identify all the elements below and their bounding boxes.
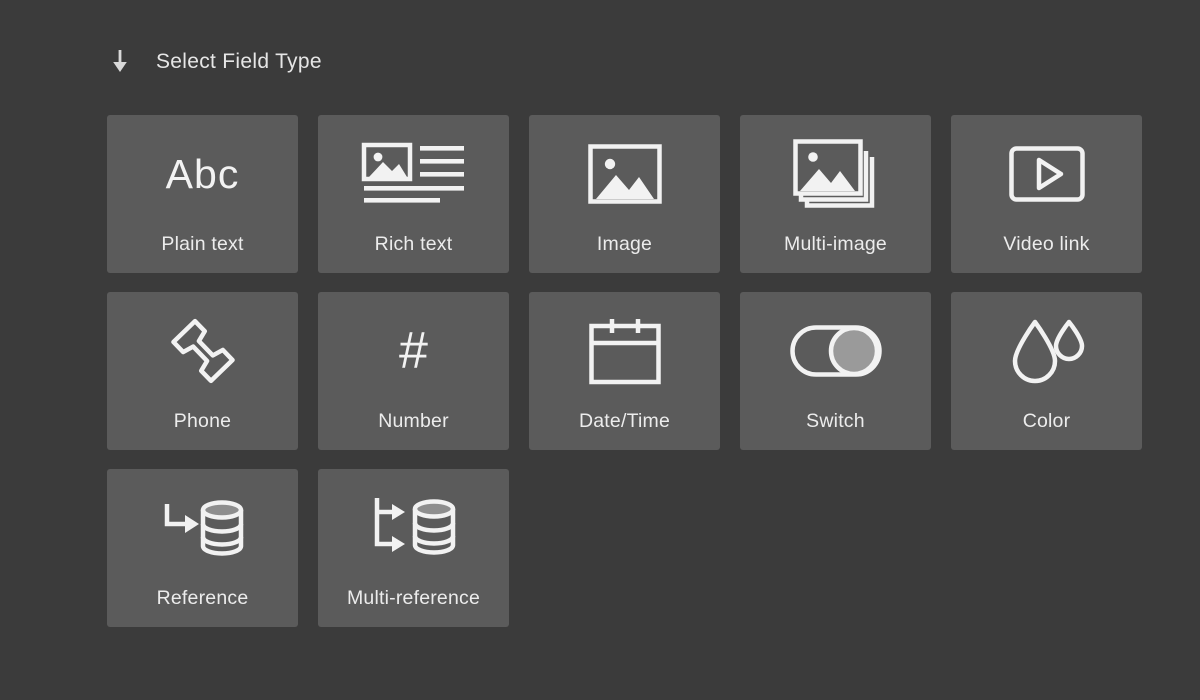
field-type-label: Reference bbox=[156, 587, 249, 609]
field-type-picker-screen: Select Field Type Abc Plain text Rich te… bbox=[0, 0, 1200, 700]
field-type-card-date-time[interactable]: Date/Time bbox=[529, 292, 720, 450]
field-type-card-image[interactable]: Image bbox=[529, 115, 720, 273]
field-type-label: Plain text bbox=[161, 233, 244, 255]
field-type-label: Phone bbox=[173, 410, 232, 432]
calendar-icon bbox=[529, 314, 720, 388]
field-type-label: Multi-image bbox=[784, 233, 887, 255]
field-type-label: Date/Time bbox=[578, 410, 671, 432]
toggle-switch-icon bbox=[740, 314, 931, 388]
field-type-label: Image bbox=[596, 233, 653, 255]
field-type-card-color[interactable]: Color bbox=[951, 292, 1142, 450]
multi-image-icon bbox=[740, 137, 931, 211]
field-type-label: Rich text bbox=[374, 233, 453, 255]
field-type-card-switch[interactable]: Switch bbox=[740, 292, 931, 450]
field-type-card-number[interactable]: # Number bbox=[318, 292, 509, 450]
arrow-down-icon bbox=[107, 48, 133, 76]
rich-text-icon bbox=[318, 137, 509, 211]
field-type-label: Switch bbox=[806, 410, 865, 432]
field-type-card-multi-reference[interactable]: Multi-reference bbox=[318, 469, 509, 627]
panel-header: Select Field Type bbox=[107, 42, 322, 82]
hash-glyph: # bbox=[399, 322, 428, 380]
phone-icon bbox=[107, 314, 298, 388]
field-type-card-rich-text[interactable]: Rich text bbox=[318, 115, 509, 273]
field-type-label: Number bbox=[378, 410, 449, 432]
water-drops-icon bbox=[951, 314, 1142, 388]
hash-icon: # bbox=[318, 314, 509, 388]
database-arrow-icon bbox=[107, 491, 298, 565]
abc-text-icon: Abc bbox=[107, 137, 298, 211]
field-type-card-video-link[interactable]: Video link bbox=[951, 115, 1142, 273]
abc-glyph: Abc bbox=[165, 150, 240, 197]
video-play-icon bbox=[951, 137, 1142, 211]
database-branch-arrow-icon bbox=[318, 491, 509, 565]
field-type-grid: Abc Plain text Rich text Image Multi-ima… bbox=[107, 115, 1142, 627]
page-title: Select Field Type bbox=[156, 50, 322, 73]
field-type-label: Color bbox=[1022, 410, 1071, 432]
field-type-card-reference[interactable]: Reference bbox=[107, 469, 298, 627]
field-type-card-phone[interactable]: Phone bbox=[107, 292, 298, 450]
image-icon bbox=[529, 137, 720, 211]
field-type-label: Multi-reference bbox=[346, 587, 481, 609]
field-type-label: Video link bbox=[1003, 233, 1090, 255]
field-type-card-multi-image[interactable]: Multi-image bbox=[740, 115, 931, 273]
field-type-card-plain-text[interactable]: Abc Plain text bbox=[107, 115, 298, 273]
